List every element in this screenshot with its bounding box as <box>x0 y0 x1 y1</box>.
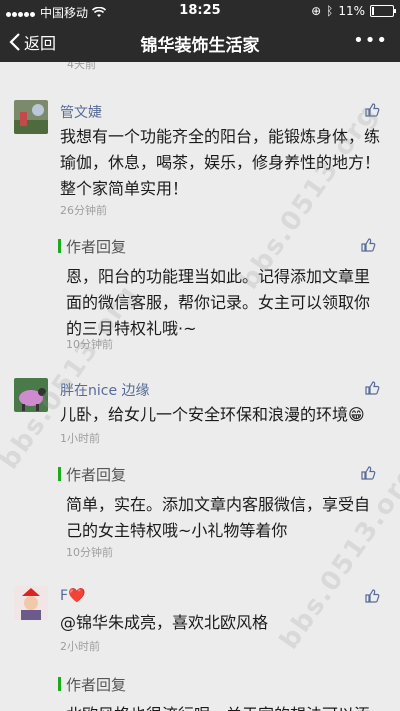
reply-time: 10分钟前 <box>66 338 113 351</box>
battery-percent: 11% <box>338 4 365 18</box>
comment-text: 我想有一个功能齐全的阳台，能锻炼身体，练瑜伽，休息，喝茶，娱乐，修身养性的地方！… <box>60 127 381 198</box>
thumbs-up-icon[interactable] <box>364 588 380 604</box>
avatar[interactable] <box>14 100 48 134</box>
bluetooth-icon: ᛒ <box>326 4 334 18</box>
back-label: 返回 <box>24 34 57 53</box>
avatar[interactable] <box>14 378 48 412</box>
reply-indicator <box>58 677 61 691</box>
comment-author[interactable]: 胖在nice 边缘 <box>60 380 150 400</box>
reply-indicator <box>58 467 61 481</box>
reply-text: 简单，实在。添加文章内客服微信，享受自己的女主特权哦~小礼物等着你 <box>66 495 371 540</box>
reply-time: 10分钟前 <box>66 546 113 559</box>
comment-text: 儿卧，给女儿一个安全环保和浪漫的环境😁 <box>60 405 365 424</box>
reply-text: 北欧风格也很流行呢，关于家的想法可以添 <box>66 702 376 711</box>
avatar[interactable] <box>14 586 48 620</box>
nav-bar: 返回 锦华装饰生活家 ••• <box>0 22 400 62</box>
more-button[interactable]: ••• <box>353 30 388 51</box>
previous-comment-time: 4天前 <box>67 62 96 71</box>
comments-list: 4天前 管文婕 我想有一个功能齐全的阳台，能锻炼身体，练瑜伽，休息，喝茶，娱乐，… <box>0 62 400 711</box>
thumbs-up-icon[interactable] <box>364 102 380 118</box>
page-title: 锦华装饰生活家 <box>140 36 260 56</box>
reply-label: 作者回复 <box>66 238 127 256</box>
thumbs-up-icon[interactable] <box>364 380 380 396</box>
reply-text: 恩，阳台的功能理当如此。记得添加文章里面的微信客服，帮你记录。女主可以领取你的三… <box>66 267 371 338</box>
thumbs-up-icon[interactable] <box>360 465 376 481</box>
comment-time: 2小时前 <box>60 640 100 653</box>
comment-author[interactable]: F❤️ <box>60 588 85 604</box>
comment-author[interactable]: 管文婕 <box>60 102 102 122</box>
reply-label: 作者回复 <box>66 466 127 484</box>
thumbs-up-icon[interactable] <box>360 237 376 253</box>
reply-label: 作者回复 <box>66 676 127 694</box>
chevron-left-icon <box>9 33 20 51</box>
comment-time: 1小时前 <box>60 432 100 445</box>
orientation-lock-icon: ⊕ <box>311 4 322 18</box>
comment-text: @锦华朱成亮，喜欢北欧风格 <box>60 613 269 632</box>
comment-time: 26分钟前 <box>60 204 107 217</box>
battery-fill <box>372 7 374 15</box>
battery-icon <box>370 5 396 17</box>
back-button[interactable]: 返回 <box>8 30 56 54</box>
status-bar: 中国移动 18:25 ⊕ ᛒ 11% <box>0 0 400 22</box>
reply-indicator <box>58 239 61 253</box>
status-right: ⊕ ᛒ 11% <box>311 4 396 18</box>
